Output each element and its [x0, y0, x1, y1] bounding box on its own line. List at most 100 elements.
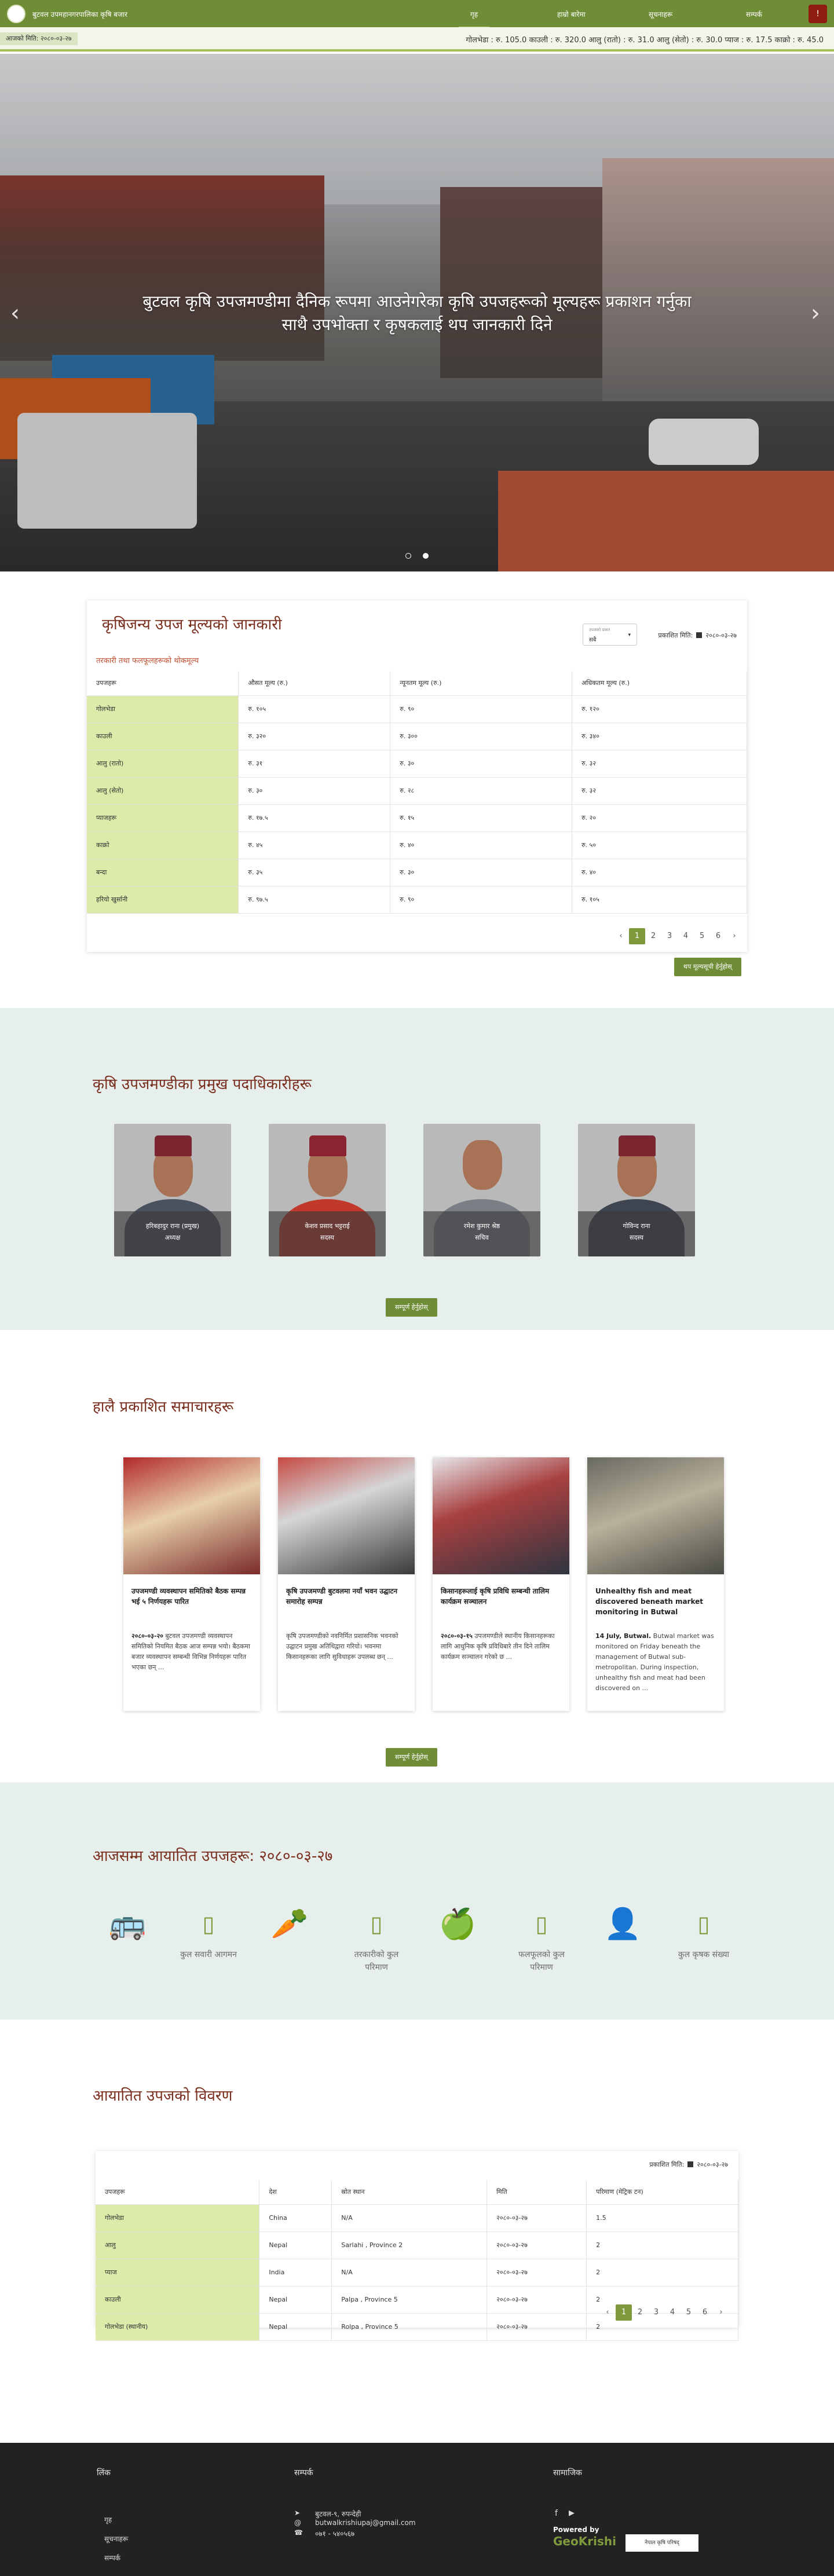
import-cell: N/A	[331, 2204, 488, 2232]
next-page-icon[interactable]: ›	[726, 928, 742, 944]
calendar-icon	[687, 2161, 694, 2167]
photo-cap	[155, 1135, 192, 1156]
page-button[interactable]: 2	[645, 928, 661, 944]
partner-logo[interactable]: नेपाल कृषि परिषद्	[626, 2534, 698, 2552]
news-card[interactable]: उपजमण्डी व्यवस्थापन समितिको बैठक सम्पन्न…	[123, 1457, 260, 1711]
official-role: सचिव	[475, 1234, 489, 1241]
news-headline[interactable]: किसानहरूलाई कृषि प्रविधि सम्बन्धी तालिम …	[441, 1586, 562, 1607]
nav-about[interactable]: हाम्रो बारेमा	[557, 9, 586, 19]
price-cell: रु. १०५	[572, 886, 747, 914]
price-cell: रु. ३०	[238, 777, 391, 805]
page-button[interactable]: 4	[678, 928, 694, 944]
youtube-icon[interactable]: ▶	[569, 2509, 575, 2518]
product-name-cell: गोलभेडा	[87, 695, 239, 723]
prev-arrow-icon[interactable]: ‹	[10, 300, 20, 327]
page-button[interactable]: 5	[694, 928, 710, 944]
footer-address: बुटवल-९, रुपन्देही	[315, 2510, 361, 2518]
view-all-officials-button[interactable]: सम्पूर्ण हेर्नुहोस्	[386, 1298, 437, 1317]
ticker-text: गोलभेडा : रु. 105.0 काउली : रु. 320.0 आल…	[466, 36, 824, 45]
price-cell: रु. ३१	[238, 750, 391, 778]
nav-home[interactable]: गृह	[458, 9, 490, 28]
footer-link[interactable]: सम्पर्क	[104, 2553, 120, 2563]
footer-link[interactable]: सूचनाहरू	[104, 2534, 128, 2544]
price-cell: रु. २८	[390, 777, 573, 805]
page-button[interactable]: 4	[664, 2304, 681, 2321]
category-select[interactable]: उपजको प्रकार सबै ▾	[583, 624, 637, 646]
date-value: २०८०-०३-२७	[697, 2161, 728, 2168]
news-text: कृषि उपजमण्डीको नवनिर्मित प्रशासनिक भवनक…	[286, 1632, 398, 1661]
product-name-cell: काक्रो	[87, 831, 239, 859]
official-card[interactable]: गोविन्द राना सदस्य	[578, 1124, 695, 1256]
geokrishi-logo[interactable]: GeoKrishi	[553, 2534, 616, 2548]
page-button[interactable]: 2	[632, 2304, 648, 2321]
brand-name[interactable]: बुटवल उपमहानगरपालिका कृषि बजार	[32, 9, 127, 19]
official-card[interactable]: केशव प्रसाद भट्टराई सदस्य	[269, 1124, 386, 1256]
table-row: गोलभेडा रु. १०५ रु. ९० रु. १२०	[87, 695, 747, 723]
news-card[interactable]: कृषि उपजमण्डी बुटवलमा नयाँ भवन उद्घाटन स…	[278, 1457, 415, 1711]
import-cell: China	[259, 2204, 332, 2232]
page-button[interactable]: 1	[629, 928, 645, 944]
hero-caption: बुटवल कृषि उपजमण्डीमा दैनिक रूपमा आउनेगर…	[142, 292, 692, 334]
news-card[interactable]: किसानहरूलाई कृषि प्रविधि सम्बन्धी तालिम …	[433, 1457, 569, 1711]
official-card[interactable]: रमेश कुमार श्रेष्ठ सचिव	[423, 1124, 540, 1256]
carousel-dot-1[interactable]	[405, 553, 411, 559]
official-name: केशव प्रसाद भट्टराई	[305, 1222, 350, 1230]
footer-link[interactable]: गृह	[104, 2515, 112, 2524]
page-button[interactable]: 6	[710, 928, 726, 944]
news-headline[interactable]: Unhealthy fish and meat discovered benea…	[595, 1586, 717, 1617]
news-card[interactable]: Unhealthy fish and meat discovered benea…	[587, 1457, 724, 1711]
user-icon: 👤	[603, 1907, 642, 1941]
product-name-cell: आलु (सेतो)	[87, 777, 239, 805]
officials-title: कृषि उपजमण्डीका प्रमुख पदाधिकारीहरू	[93, 1076, 312, 1093]
category-label: कुल सवारी आगमन	[180, 1950, 237, 1959]
price-pagination: ‹ 1 2 3 4 5 6 ›	[613, 928, 742, 944]
next-arrow-icon[interactable]: ›	[811, 300, 820, 327]
next-page-icon[interactable]: ›	[713, 2304, 729, 2321]
import-cell: २०८०-०३-२७	[487, 2204, 587, 2232]
product-name-cell: हरियो खुर्सानी	[87, 886, 239, 914]
price-cell: रु. १२०	[572, 695, 747, 723]
page-button[interactable]: 6	[697, 2304, 713, 2321]
news-body: कृषि उपजमण्डीको नवनिर्मित प्रशासनिक भवनक…	[286, 1631, 408, 1662]
price-cell: रु. ३४०	[572, 723, 747, 750]
official-card[interactable]: हरिबहादुर राना (प्रमुख) अध्यक्ष	[114, 1124, 231, 1256]
nav-contact[interactable]: सम्पर्क	[746, 9, 762, 19]
page-button[interactable]: 5	[681, 2304, 697, 2321]
price-title: कृषिजन्य उपज मूल्यको जानकारी	[102, 616, 282, 633]
prev-page-icon[interactable]: ‹	[613, 928, 629, 944]
table-row: प्याजहरू रु. १७.५ रु. १५ रु. २०	[87, 804, 747, 832]
news-date: २०८०-०३-१५	[441, 1632, 473, 1640]
product-name-cell: काउली	[87, 723, 239, 750]
category-fruits: 🍏	[423, 1901, 492, 1947]
carrot-icon: 🥕	[270, 1907, 309, 1941]
view-more-prices-button[interactable]: थप मूल्यसूची हेर्नुहोस्	[674, 958, 741, 976]
facebook-icon[interactable]: f	[555, 2509, 558, 2518]
carousel-dot-2[interactable]	[423, 553, 429, 559]
page-button[interactable]: 3	[661, 928, 678, 944]
news-headline[interactable]: कृषि उपजमण्डी बुटवलमा नयाँ भवन उद्घाटन स…	[286, 1586, 408, 1607]
imports-title: आयातित उपजको विवरण	[93, 2087, 233, 2105]
product-name-cell: बन्दा	[87, 859, 239, 886]
logo[interactable]	[7, 5, 25, 23]
page-button[interactable]: 3	[648, 2304, 664, 2321]
news-image	[587, 1457, 724, 1574]
import-cell: २०८०-०३-२७	[487, 2231, 587, 2259]
product-name-cell: प्याज	[96, 2259, 260, 2286]
phone-icon: ☎	[294, 2529, 303, 2537]
footer-email[interactable]: butwalkrishiupaj@gmail.com	[315, 2519, 416, 2527]
page-button[interactable]: 1	[616, 2304, 632, 2321]
table-row: गोलभेडा China N/A २०८०-०३-२७ 1.5	[96, 2204, 738, 2232]
official-role: अध्यक्ष	[164, 1234, 181, 1241]
chevron-down-icon: ▾	[628, 632, 631, 638]
news-headline[interactable]: उपजमण्डी व्यवस्थापन समितिको बैठक सम्पन्न…	[131, 1586, 253, 1607]
import-cell: 2	[586, 2259, 738, 2286]
news-body: २०८०-०३-२० बुटवल उपजमण्डी व्यवस्थापन समि…	[131, 1631, 253, 1673]
nav-notices[interactable]: सूचनाहरू	[649, 9, 672, 19]
news-body: २०८०-०३-१५ उपजमण्डीले स्थानीय किसानहरूका…	[441, 1631, 562, 1662]
alert-icon[interactable]: !	[809, 5, 827, 23]
prev-page-icon[interactable]: ‹	[599, 2304, 616, 2321]
footer-contact-title: सम्पर्क	[294, 2468, 313, 2478]
view-all-news-button[interactable]: सम्पूर्ण हेर्नुहोस्	[386, 1748, 437, 1767]
table-row: काउली रु. ३२० रु. ३०० रु. ३४०	[87, 723, 747, 750]
price-cell: रु. ३२	[572, 750, 747, 778]
